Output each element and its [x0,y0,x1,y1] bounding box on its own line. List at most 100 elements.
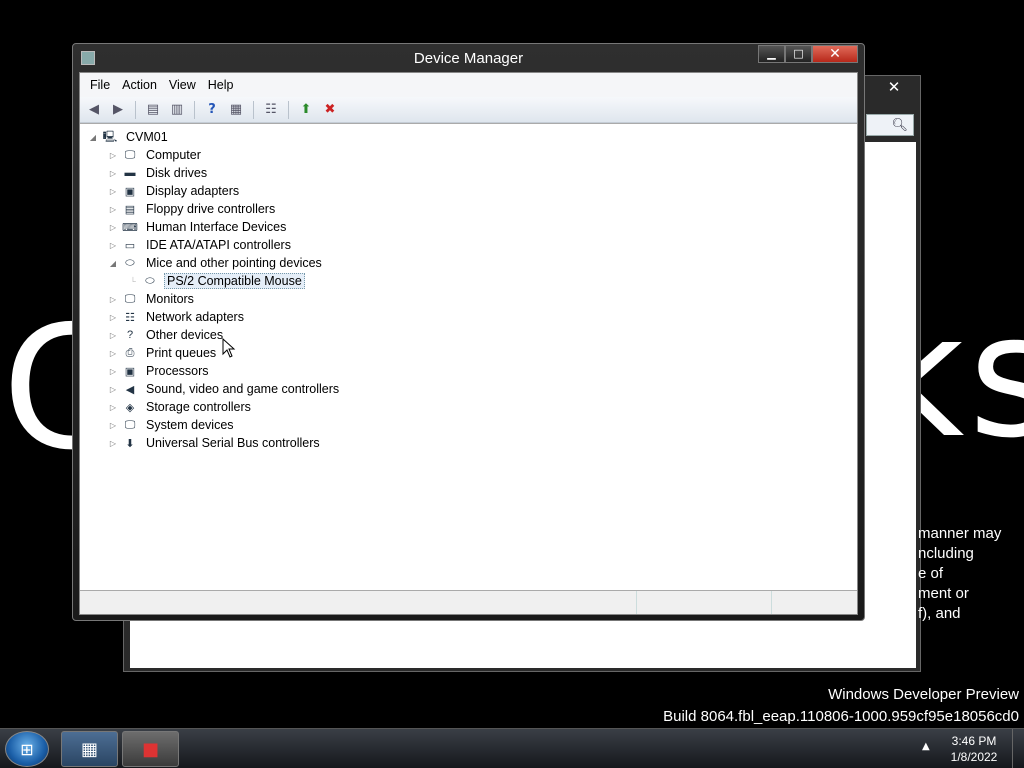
taskbar-app-control-panel[interactable]: ▦ [61,731,118,767]
expand-arrow-icon[interactable]: ▷ [108,313,118,322]
scan-hardware-icon[interactable]: ☷ [261,101,281,119]
expand-arrow-icon[interactable]: ▷ [108,367,118,376]
expand-arrow-icon[interactable]: ▷ [108,169,118,178]
expand-arrow-icon[interactable]: ▷ [108,295,118,304]
display-adapter-icon: ▣ [124,185,136,198]
windows-logo-icon: ⊞ [20,739,34,759]
background-window-close-button[interactable]: ✕ [874,79,914,96]
expand-arrow-icon[interactable]: ▷ [108,385,118,394]
toolbar-separator [194,100,195,119]
menu-help[interactable]: Help [202,78,240,92]
mouse-cursor-icon [222,338,236,358]
maximize-button[interactable]: □ [785,45,812,63]
help-icon[interactable]: ? [202,101,222,119]
expand-arrow-icon[interactable]: ▷ [108,439,118,448]
usb-icon: ⬇ [125,437,135,450]
show-hide-console-tree-icon[interactable]: ▤ [143,101,163,119]
tree-item-label: Human Interface Devices [146,220,287,234]
taskbar: ⊞ ▦ ■ ▲ 3:46 PM 1/8/2022 [0,728,1024,768]
tree-item-print-queues[interactable]: ▷ ⎙ Print queues [108,344,218,362]
watermark-title: Windows Developer Preview [828,686,1019,703]
expand-arrow-icon[interactable]: ▷ [108,205,118,214]
status-bar-pane [637,591,772,614]
menu-view[interactable]: View [163,78,202,92]
update-driver-icon[interactable]: ⬆ [296,101,316,119]
tree-item-floppy-drive-controllers[interactable]: ▷ ▤ Floppy drive controllers [108,200,277,218]
menu-file[interactable]: File [84,78,116,92]
toolbar-separator [135,100,136,119]
mouse-icon: ⬭ [125,256,135,269]
collapse-arrow-icon[interactable]: ◢ [108,259,118,268]
tree-item-ps2-mouse[interactable]: └ ⬭ PS/2 Compatible Mouse [128,272,305,290]
view-icon[interactable]: ▦ [226,101,246,119]
expand-arrow-icon[interactable]: ▷ [108,223,118,232]
background-window-search-box[interactable]: 🔍︎ [866,114,914,136]
expand-arrow-icon[interactable]: ▷ [108,403,118,412]
tree-root[interactable]: ◢ 🖳︎ CVM01 [88,128,170,146]
expand-arrow-icon[interactable]: ▷ [108,421,118,430]
tree-item-display-adapters[interactable]: ▷ ▣ Display adapters [108,182,241,200]
expand-arrow-icon[interactable]: ▷ [108,331,118,340]
taskbar-app-device-manager[interactable]: ■ [122,731,179,767]
window-client-area: File Action View Help ◀ ▶ ▤ ▥ ? ▦ ☷ ⬆ ✖ … [79,72,858,615]
speaker-icon: ◀ [125,383,135,396]
close-button[interactable]: ✕ [812,45,858,63]
expand-arrow-icon[interactable]: ▷ [108,241,118,250]
disk-drive-icon: ▬ [124,167,136,179]
collapse-arrow-icon[interactable]: ◢ [88,133,98,142]
unknown-device-icon: ? [126,329,134,341]
printer-icon: ⎙ [125,346,135,359]
tree-item-label: Monitors [146,292,194,306]
window-title: Device Manager [413,50,524,67]
properties-icon[interactable]: ▥ [167,101,187,119]
ide-controller-icon: ▭ [124,239,136,252]
tree-item-label: Universal Serial Bus controllers [146,436,320,450]
background-text-line: e of [918,565,944,582]
tree-item-processors[interactable]: ▷ ▣ Processors [108,362,211,380]
tree-item-label: Storage controllers [146,400,251,414]
storage-controller-icon: ◈ [125,401,135,414]
background-text-line: f), and [918,605,961,622]
tree-item-disk-drives[interactable]: ▷ ▬ Disk drives [108,164,209,182]
tree-item-storage-controllers[interactable]: ▷ ◈ Storage controllers [108,398,253,416]
uninstall-icon[interactable]: ✖ [320,101,340,119]
search-icon[interactable]: 🔍︎ [891,118,908,133]
expand-arrow-icon[interactable]: ▷ [108,187,118,196]
show-hidden-icons-icon[interactable]: ▲ [922,741,930,752]
tree-item-ide-controllers[interactable]: ▷ ▭ IDE ATA/ATAPI controllers [108,236,293,254]
device-tree: ◢ 🖳︎ CVM01 ▷ 🖵︎ Computer ▷ ▬ Disk drives… [80,123,857,591]
mouse-icon: ⬭ [145,274,155,287]
toolbar-separator [253,100,254,119]
computer-icon: 🖳︎ [102,130,118,143]
tree-item-network-adapters[interactable]: ▷ ☷ Network adapters [108,308,246,326]
expand-arrow-icon[interactable]: ▷ [108,151,118,160]
system-clock[interactable]: 3:46 PM 1/8/2022 [945,733,1003,765]
tree-item-human-interface-devices[interactable]: ▷ ⌨︎ Human Interface Devices [108,218,288,236]
tree-item-usb-controllers[interactable]: ▷ ⬇ Universal Serial Bus controllers [108,434,322,452]
minimize-button[interactable]: ▁ [758,45,785,63]
expand-arrow-icon[interactable]: ▷ [108,349,118,358]
tree-item-sound-video-game[interactable]: ▷ ◀ Sound, video and game controllers [108,380,341,398]
tree-item-mice[interactable]: ◢ ⬭ Mice and other pointing devices [108,254,324,272]
tree-item-system-devices[interactable]: ▷ 🖵︎ System devices [108,416,236,434]
floppy-controller-icon: ▤ [124,203,136,216]
tree-item-label: Mice and other pointing devices [146,256,322,270]
title-bar[interactable]: Device Manager ▁ □ ✕ [73,44,864,72]
tree-item-monitors[interactable]: ▷ 🖵︎ Monitors [108,290,196,308]
start-button[interactable]: ⊞ [5,731,49,767]
toolbar: ◀ ▶ ▤ ▥ ? ▦ ☷ ⬆ ✖ [80,97,857,123]
control-panel-icon: ▦ [80,738,98,760]
forward-arrow-icon[interactable]: ▶ [108,101,128,119]
caption-buttons: ▁ □ ✕ [758,45,858,63]
background-text-line: ncluding [918,545,974,562]
desktop-background-text-left: C [2,290,77,470]
tree-root-label: CVM01 [126,130,168,144]
tree-item-computer[interactable]: ▷ 🖵︎ Computer [108,146,203,164]
tree-item-other-devices[interactable]: ▷ ? Other devices [108,326,225,344]
tree-item-label: Floppy drive controllers [146,202,276,216]
tree-item-label: Print queues [146,346,217,360]
back-arrow-icon[interactable]: ◀ [84,101,104,119]
show-desktop-button[interactable] [1012,729,1024,768]
menu-action[interactable]: Action [116,78,163,92]
tree-connector: └ [130,276,136,286]
